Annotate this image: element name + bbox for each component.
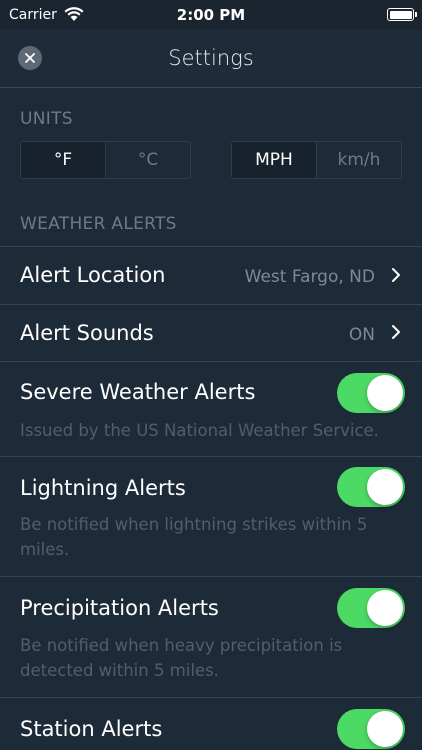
unit-kmh-option[interactable]: km/h: [316, 142, 401, 178]
battery-icon: [387, 8, 417, 21]
severe-weather-alerts-description: Issued by the US National Weather Servic…: [20, 421, 379, 440]
severe-weather-alerts-toggle[interactable]: [337, 373, 405, 413]
weather-alerts-section-header: WEATHER ALERTS: [20, 214, 177, 234]
divider: [0, 246, 422, 247]
precipitation-alerts-label: Precipitation Alerts: [20, 596, 219, 620]
station-alerts-toggle[interactable]: [337, 709, 405, 749]
lightning-alerts-description: Be notified when lightning strikes withi…: [20, 512, 405, 562]
divider: [0, 576, 422, 577]
temperature-unit-selector: °F °C: [20, 141, 191, 179]
description-line: detected within 5 miles.: [20, 661, 219, 680]
divider: [0, 697, 422, 698]
page-title: Settings: [168, 46, 254, 70]
unit-mph-option[interactable]: MPH: [232, 142, 316, 178]
divider: [0, 361, 422, 362]
lightning-alerts-label: Lightning Alerts: [20, 476, 186, 500]
nav-bar: Settings: [0, 30, 422, 88]
description-line: miles.: [20, 540, 70, 559]
status-time: 2:00 PM: [176, 6, 246, 24]
station-alerts-label: Station Alerts: [20, 717, 163, 741]
lightning-alerts-toggle[interactable]: [337, 467, 405, 507]
divider: [0, 304, 422, 305]
description-line: Be notified when lightning strikes withi…: [20, 515, 368, 534]
status-bar: Carrier 2:00 PM: [0, 0, 422, 30]
alert-sounds-value: ON: [348, 325, 375, 345]
divider: [0, 456, 422, 457]
description-line: Be notified when heavy precipitation is: [20, 636, 343, 655]
precipitation-alerts-toggle[interactable]: [337, 588, 405, 628]
chevron-right-icon: [392, 325, 400, 339]
severe-weather-alerts-label: Severe Weather Alerts: [20, 380, 256, 404]
chevron-right-icon: [392, 268, 400, 282]
unit-fahrenheit-option[interactable]: °F: [21, 142, 105, 178]
alert-sounds-label: Alert Sounds: [20, 321, 154, 345]
alert-location-value: West Fargo, ND: [244, 267, 375, 287]
unit-celsius-option[interactable]: °C: [105, 142, 190, 178]
speed-unit-selector: MPH km/h: [231, 141, 402, 179]
precipitation-alerts-description: Be notified when heavy precipitation is …: [20, 633, 405, 683]
units-section-header: UNITS: [20, 109, 73, 129]
alert-location-label: Alert Location: [20, 263, 166, 287]
